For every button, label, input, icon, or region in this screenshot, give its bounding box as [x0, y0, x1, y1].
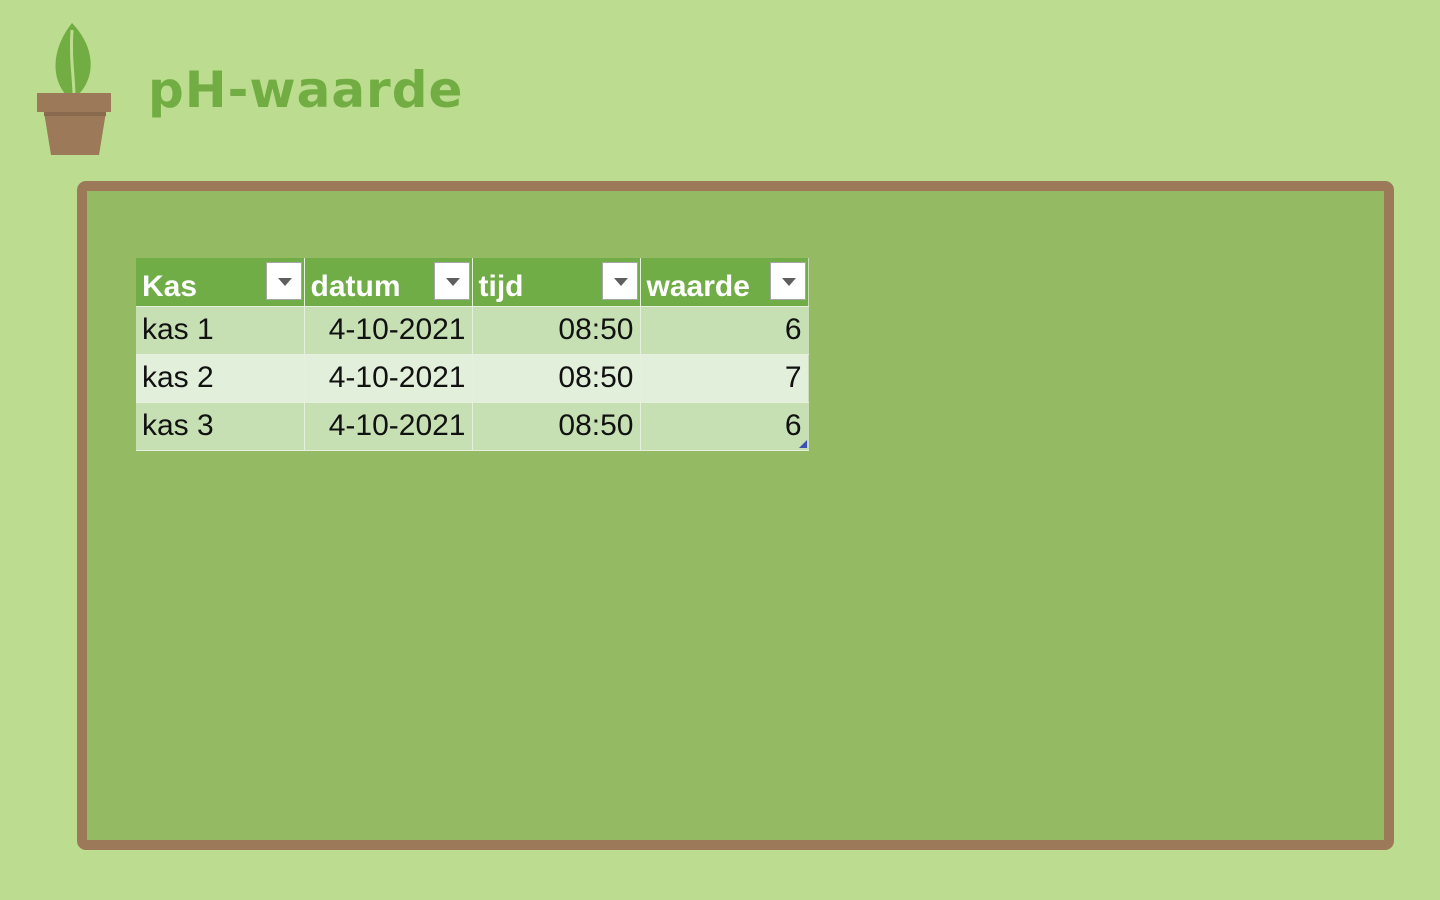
column-header-tijd: tijd — [472, 258, 641, 307]
column-header-label: tijd — [478, 269, 524, 303]
filter-dropdown-icon[interactable] — [265, 262, 302, 300]
table-row: kas 1 4-10-2021 08:50 6 — [136, 306, 809, 355]
cell-datum[interactable]: 4-10-2021 — [304, 402, 473, 451]
cell-kas[interactable]: kas 1 — [136, 306, 305, 355]
column-header-kas: Kas — [136, 258, 305, 307]
filter-dropdown-icon[interactable] — [769, 262, 806, 300]
column-header-label: Kas — [142, 269, 198, 303]
cell-tijd[interactable]: 08:50 — [472, 306, 641, 355]
column-header-datum: datum — [304, 258, 473, 307]
filter-dropdown-icon[interactable] — [601, 262, 638, 300]
table-header-row: Kas datum tijd waarde — [136, 258, 809, 307]
cell-tijd[interactable]: 08:50 — [472, 354, 641, 403]
cell-tijd[interactable]: 08:50 — [472, 402, 641, 451]
cell-datum[interactable]: 4-10-2021 — [304, 306, 473, 355]
page-title: pH-waarde — [148, 61, 464, 119]
plant-pot-icon — [37, 23, 111, 155]
column-header-label: datum — [310, 269, 401, 303]
cell-waarde[interactable]: 7 — [640, 354, 809, 403]
cell-waarde[interactable]: 6 — [640, 306, 809, 355]
ph-data-table: Kas datum tijd waarde kas 1 4-10-2021 08… — [136, 258, 809, 451]
table-row: kas 2 4-10-2021 08:50 7 — [136, 354, 809, 403]
column-header-label: waarde — [646, 269, 750, 303]
cell-kas[interactable]: kas 3 — [136, 402, 305, 451]
column-header-waarde: waarde — [640, 258, 809, 307]
filter-dropdown-icon[interactable] — [433, 262, 470, 300]
cell-kas[interactable]: kas 2 — [136, 354, 305, 403]
table-row: kas 3 4-10-2021 08:50 6 — [136, 402, 809, 451]
cell-datum[interactable]: 4-10-2021 — [304, 354, 473, 403]
cell-waarde[interactable]: 6 — [640, 402, 809, 451]
